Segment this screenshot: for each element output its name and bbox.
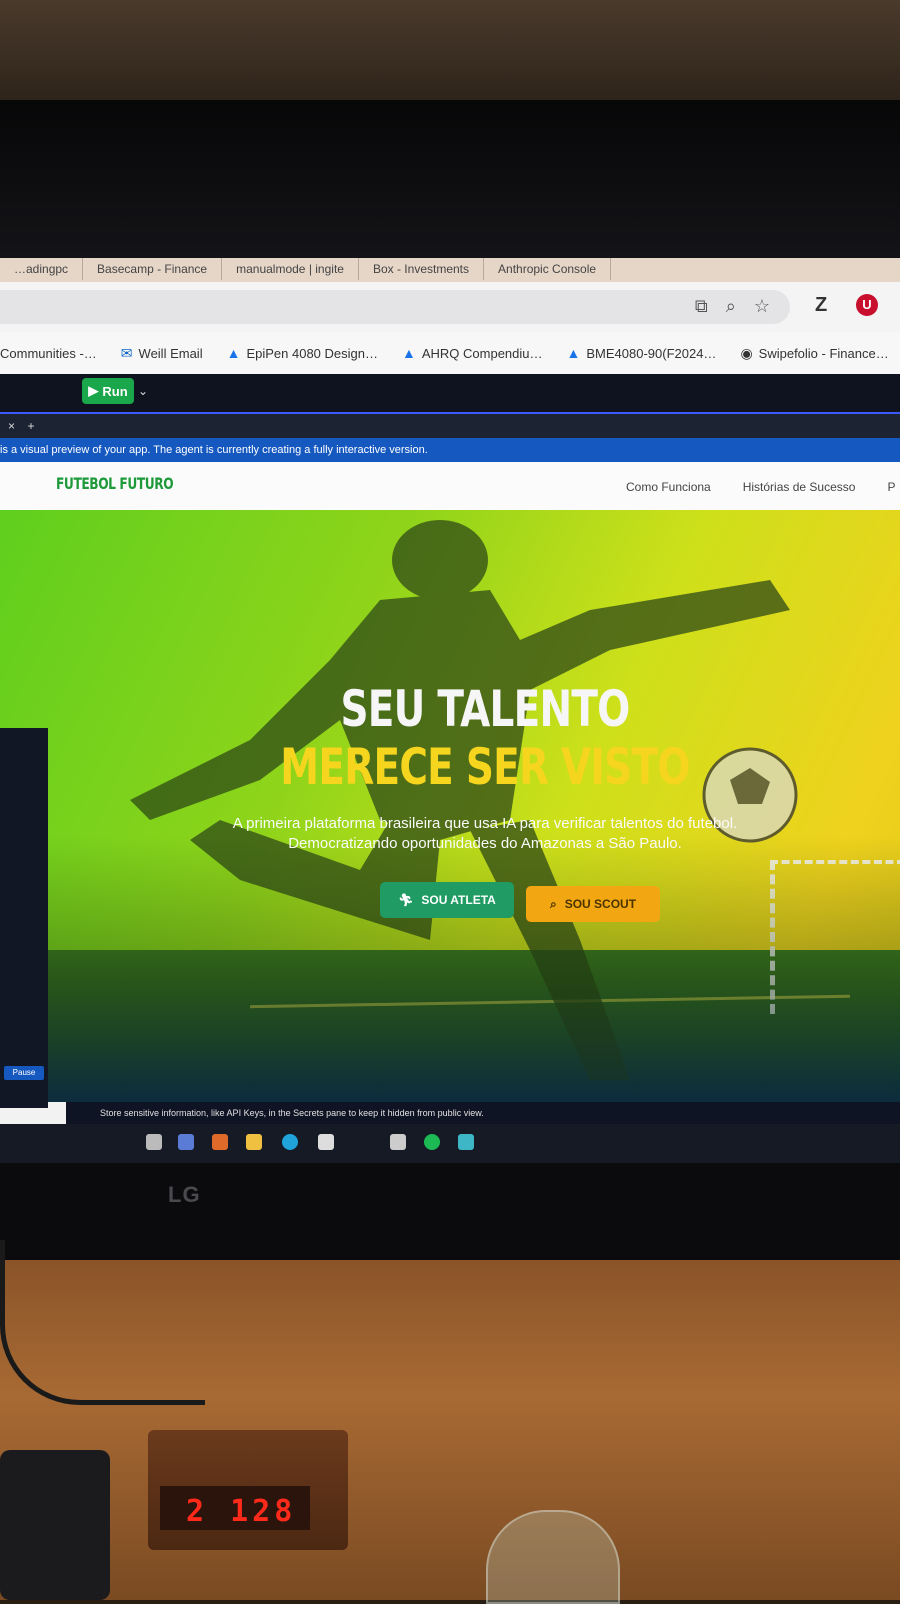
bookmark-bme4080[interactable]: ▲ BME4080-90(F2024… — [567, 345, 717, 361]
replit-toolbar: ▶ Run ⌄ — [0, 374, 900, 412]
sou-scout-label: SOU SCOUT — [564, 897, 637, 911]
bookmark-label: Communities -… — [0, 345, 97, 361]
sou-atleta-label: SOU ATLETA — [421, 893, 496, 907]
extension-z-icon[interactable]: Z — [815, 294, 827, 317]
hero-headline-line1: SEU TALENTO — [340, 680, 630, 738]
taskbar-app-icon[interactable] — [146, 1134, 162, 1150]
search-icon: ⌕ — [549, 896, 557, 911]
drive-icon: ▲ — [566, 345, 581, 361]
bookmark-swipefolio[interactable]: ◉ Swipefolio - Finance… — [740, 345, 888, 362]
site-nav-links: Como Funciona Histórias de Sucesso P — [626, 480, 895, 494]
run-button[interactable]: ▶ Run — [82, 378, 134, 404]
taskbar-app-icon[interactable] — [458, 1134, 474, 1150]
monitor-screen: …adingpc Basecamp - Finance manualmode | i… — [0, 258, 900, 1163]
secrets-tip-bar: Store sensitive information, like API Ke… — [66, 1102, 900, 1124]
nav-como-funciona[interactable]: Como Funciona — [626, 480, 711, 494]
preview-banner: is a visual preview of your app. The age… — [0, 438, 900, 462]
sou-atleta-button[interactable]: 🏃︎ SOU ATLETA — [380, 882, 514, 918]
taskbar-app-icon[interactable] — [318, 1134, 334, 1150]
monitor-brand-logo: LG — [168, 1182, 201, 1207]
os-taskbar — [0, 1124, 900, 1163]
bookmark-weill-email[interactable]: ✉ Weill Email — [121, 345, 203, 362]
replit-side-panel: Pause — [0, 728, 48, 1108]
bookmark-epipen[interactable]: ▲ EpiPen 4080 Design… — [227, 345, 378, 361]
nav-historias-de-sucesso[interactable]: Histórias de Sucesso — [743, 480, 856, 494]
run-label: Run — [102, 383, 128, 399]
monitor-cable — [0, 1240, 205, 1405]
globe-icon: ◉ — [740, 344, 753, 361]
browser-tab[interactable]: Box - Investments — [359, 258, 485, 280]
pause-button[interactable]: Pause — [4, 1066, 44, 1080]
bookmark-communities[interactable]: Communities -… — [0, 346, 97, 361]
wall-background — [0, 0, 900, 110]
hero-cta-group: 🏃︎ SOU ATLETA ⌕ SOU SCOUT — [380, 882, 660, 922]
browser-tab[interactable]: …adingpc — [0, 258, 84, 280]
close-tab-icon[interactable]: × — [8, 419, 15, 433]
bookmark-label: EpiPen 4080 Design… — [246, 345, 378, 361]
running-person-icon: 🏃︎ — [398, 893, 414, 907]
taskbar-spotify-icon[interactable] — [424, 1134, 440, 1150]
zoom-icon[interactable]: ⌕ — [726, 296, 736, 317]
taskbar-folder-icon[interactable] — [246, 1134, 262, 1150]
sou-scout-button[interactable]: ⌕ SOU SCOUT — [526, 886, 660, 922]
bookmark-label: Swipefolio - Finance… — [758, 345, 889, 361]
drive-icon: ▲ — [226, 345, 241, 361]
install-app-icon[interactable]: ⧉ — [695, 296, 708, 317]
browser-tab[interactable]: Basecamp - Finance — [83, 258, 223, 280]
bookmark-ahrq[interactable]: ▲ AHRQ Compendiu… — [402, 345, 543, 361]
desk-clock-digits: 2 128 — [186, 1494, 297, 1529]
taskbar-app-icon[interactable] — [178, 1134, 194, 1150]
bookmark-label: AHRQ Compendiu… — [421, 345, 543, 361]
monitor-bezel-top — [0, 100, 900, 260]
taskbar-app-icon[interactable] — [390, 1134, 406, 1150]
bookmark-label: Weill Email — [138, 345, 203, 361]
taskbar-app-icon[interactable] — [212, 1134, 228, 1150]
extension-u-icon[interactable]: U — [856, 294, 878, 316]
nav-item-cut[interactable]: P — [887, 480, 895, 494]
bookmark-star-icon[interactable]: ☆ — [754, 296, 770, 317]
phone-device — [0, 1450, 110, 1600]
webview-preview: FUTEBOL FUTURO Como Funciona Histórias d… — [0, 462, 900, 1102]
play-icon: ▶ — [88, 383, 99, 398]
address-bar-row: ⧉ ⌕ ☆ — [0, 282, 900, 332]
address-bar-actions: ⧉ ⌕ ☆ — [695, 296, 770, 317]
bookmark-label: BME4080-90(F2024… — [586, 345, 717, 361]
add-tab-icon[interactable]: + — [27, 419, 34, 433]
site-logo[interactable]: FUTEBOL FUTURO — [56, 474, 174, 493]
hero-section: SEU TALENTO MERECE SER VISTO A primeira … — [0, 510, 900, 1102]
hero-subtitle: A primeira plataforma brasileira que usa… — [232, 815, 738, 852]
outlook-icon: ✉ — [120, 344, 133, 361]
browser-tab-strip: …adingpc Basecamp - Finance manualmode | i… — [0, 258, 900, 282]
chevron-down-icon[interactable]: ⌄ — [138, 384, 148, 398]
taskbar-edge-icon[interactable] — [282, 1134, 298, 1150]
hero-content: SEU TALENTO MERECE SER VISTO A primeira … — [0, 680, 900, 854]
drive-icon: ▲ — [401, 345, 416, 361]
browser-tab[interactable]: Anthropic Console — [484, 258, 612, 280]
hero-headline-line2: MERECE SER VISTO — [280, 738, 690, 796]
bookmarks-bar: Communities -… ✉ Weill Email ▲ EpiPen 4080… — [0, 332, 900, 374]
browser-tab[interactable]: manualmode | ingite — [222, 258, 359, 280]
url-input[interactable] — [0, 290, 790, 324]
site-navbar: FUTEBOL FUTURO Como Funciona Histórias d… — [0, 462, 900, 510]
replit-pane-tabs: × + — [0, 412, 900, 440]
